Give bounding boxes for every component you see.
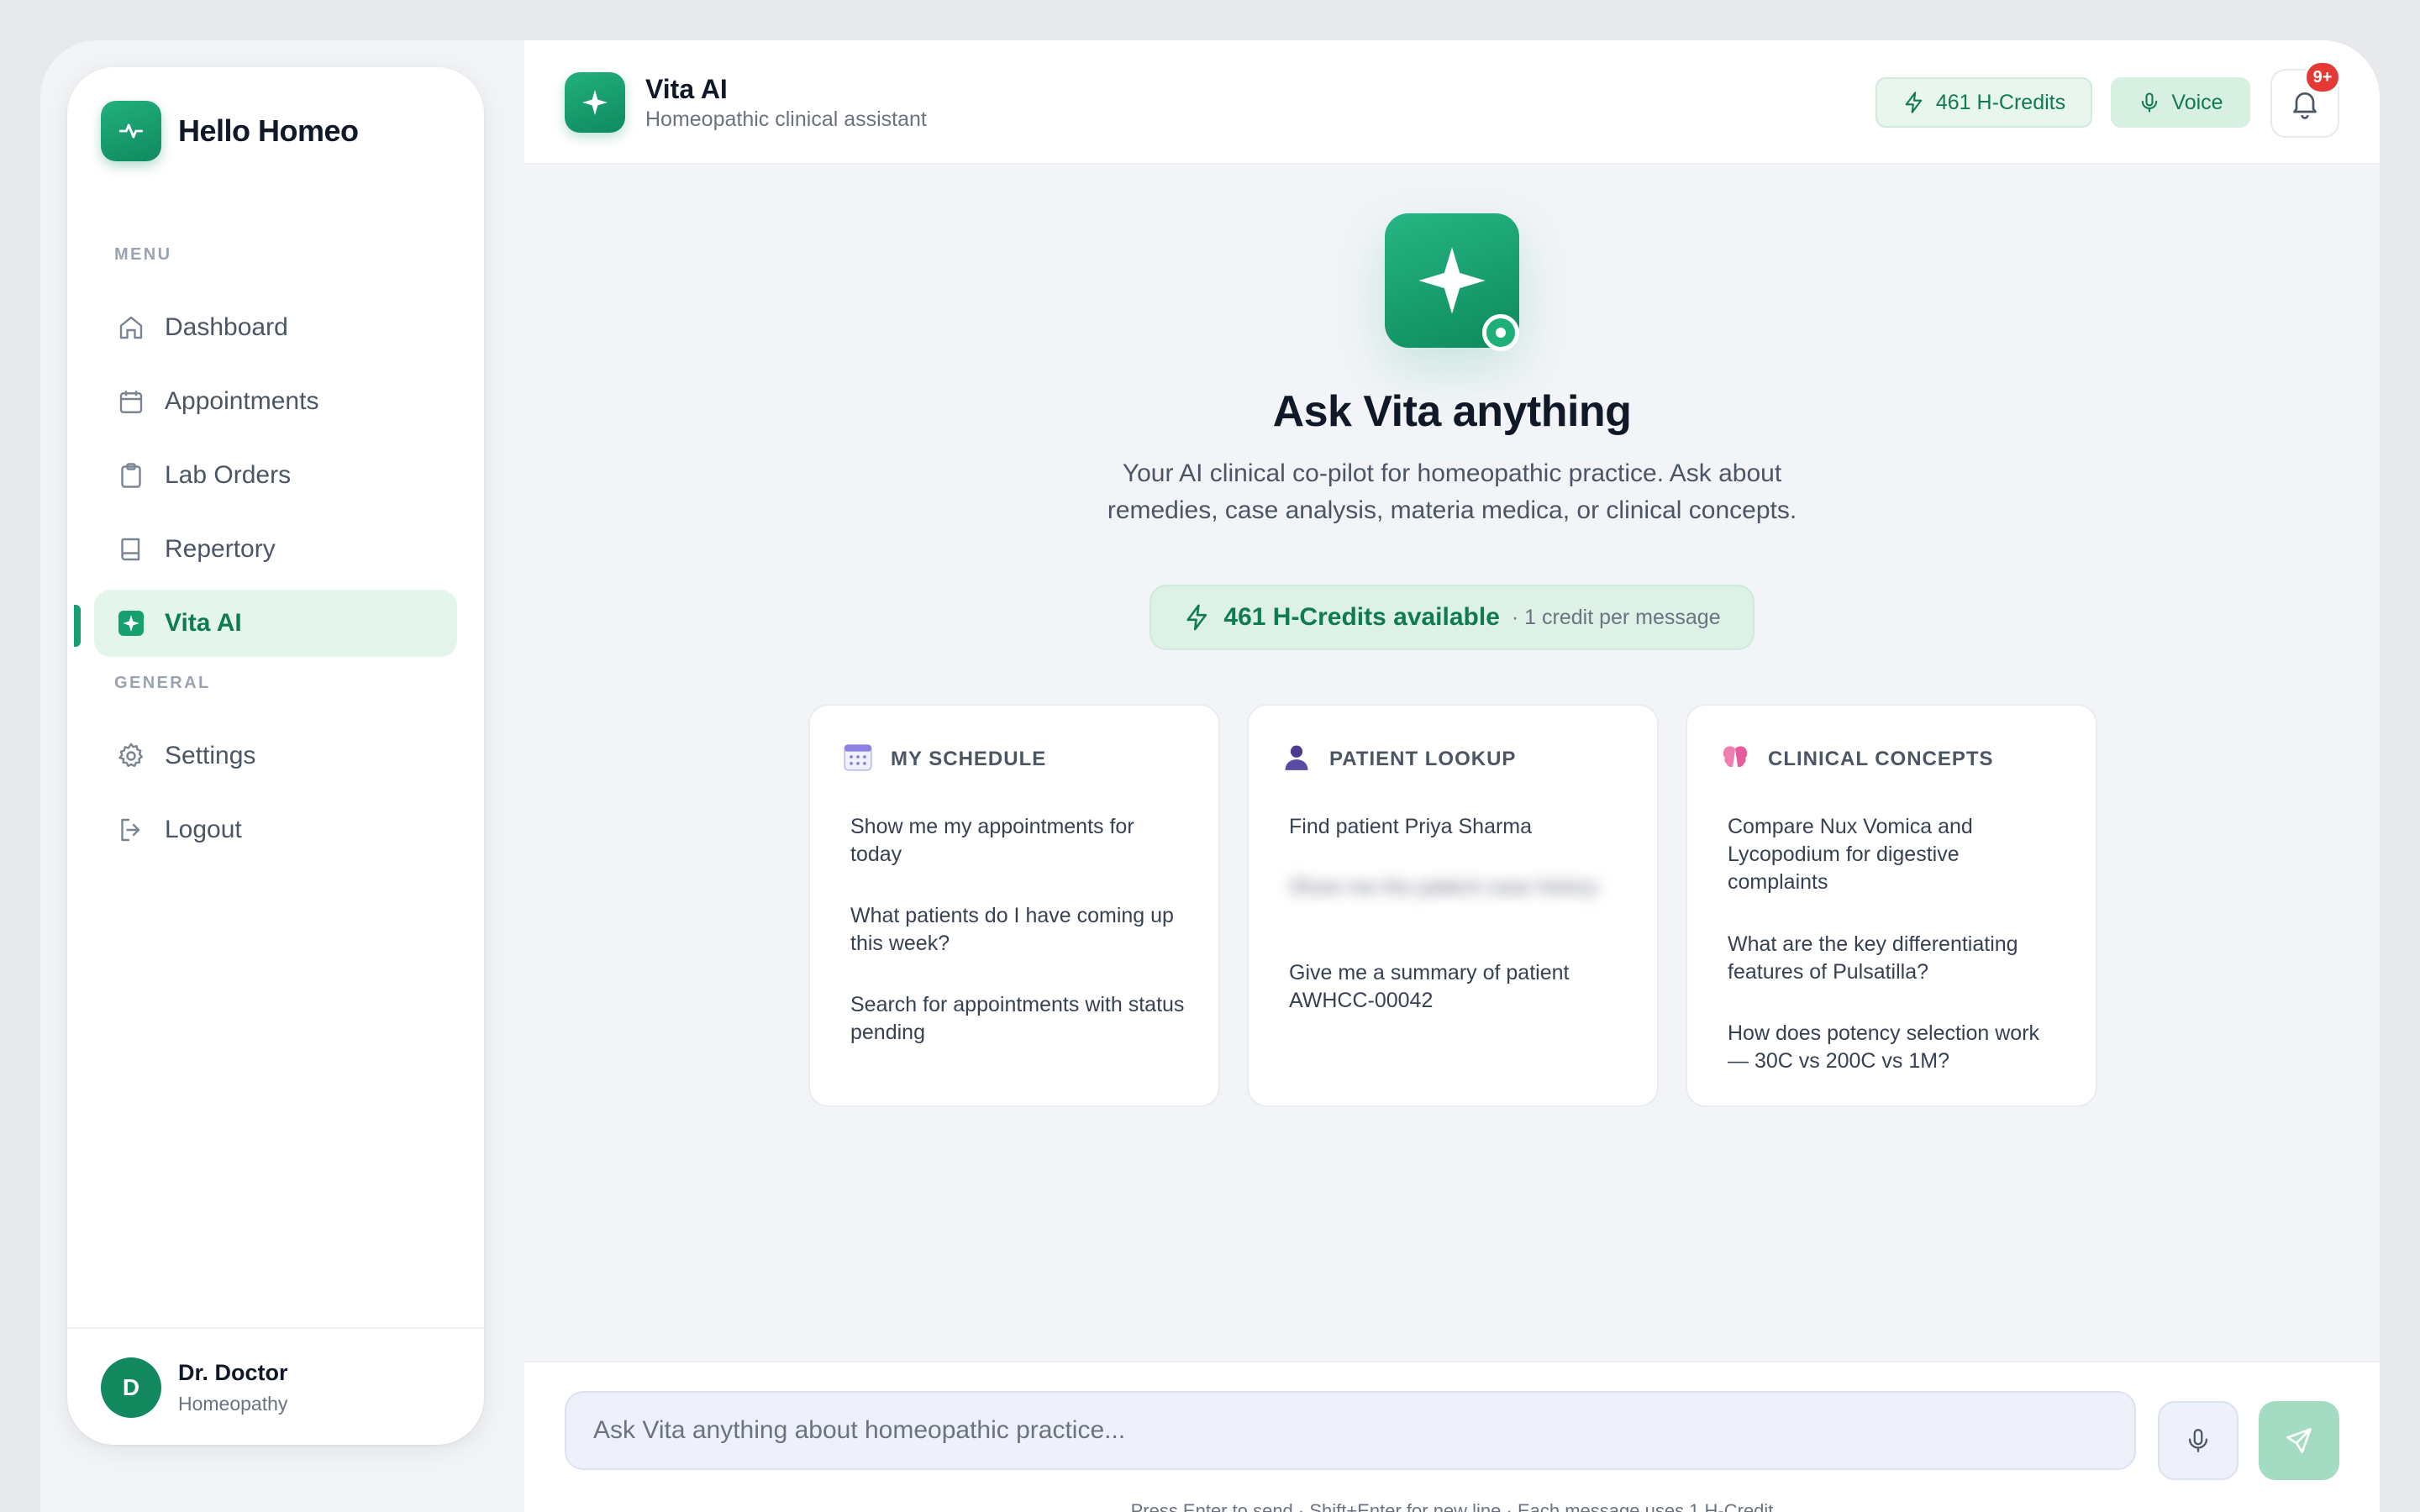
card-title: PATIENT LOOKUP <box>1329 747 1517 770</box>
profile-name: Dr. Doctor <box>178 1360 288 1385</box>
hero-subtitle-line: remedies, case analysis, materia medica,… <box>1107 496 1797 524</box>
sidebar-item-appointments[interactable]: Appointments <box>94 368 457 435</box>
general-section-label: GENERAL <box>114 674 211 692</box>
gear-icon <box>114 739 148 773</box>
avatar: D <box>101 1357 161 1418</box>
suggestion-card-clinical-concepts: CLINICAL CONCEPTS Compare Nux Vomica and… <box>1686 704 2097 1107</box>
voice-button[interactable]: Voice <box>2111 77 2250 128</box>
hero-title: Ask Vita anything <box>1272 387 1632 436</box>
chat-input[interactable] <box>565 1391 2136 1470</box>
suggested-question[interactable]: Give me a summary of patient AWHCC-00042 <box>1289 959 1625 1015</box>
page-title: Vita AI <box>645 74 728 104</box>
brain-icon <box>1719 741 1751 777</box>
card-title: CLINICAL CONCEPTS <box>1768 747 1994 770</box>
sidebar-divider <box>67 1327 484 1329</box>
sidebar-item-label: Vita AI <box>165 609 242 637</box>
brand-name: Hello Homeo <box>178 113 359 148</box>
online-status-dot <box>1482 314 1519 351</box>
hero-subtitle-line: Your AI clinical co-pilot for homeopathi… <box>1122 459 1782 487</box>
sidebar-item-label: Settings <box>165 742 256 769</box>
sidebar-item-logout[interactable]: Logout <box>94 796 457 864</box>
person-icon <box>1281 741 1313 777</box>
voice-label: Voice <box>2171 90 2223 114</box>
activity-icon <box>101 101 161 161</box>
sidebar-item-label: Appointments <box>165 387 319 415</box>
credits-button[interactable]: 461 H-Credits <box>1876 77 2092 128</box>
app-shell: Hello Homeo MENU Dashboard Appointments … <box>40 40 2380 1512</box>
brand[interactable]: Hello Homeo <box>101 101 359 161</box>
sidebar-item-label: Repertory <box>165 535 276 563</box>
sidebar-item-label: Dashboard <box>165 313 288 341</box>
suggestion-card-patient-lookup: PATIENT LOOKUP Find patient Priya Sharma… <box>1247 704 1659 1107</box>
send-button[interactable] <box>2259 1401 2339 1480</box>
sidebar-item-vita-ai[interactable]: Vita AI <box>94 590 457 657</box>
suggested-question[interactable]: Show me my appointments for today <box>850 813 1186 869</box>
microphone-button[interactable] <box>2158 1401 2238 1480</box>
message-composer: Press Enter to send · Shift+Enter for ne… <box>524 1361 2380 1512</box>
suggested-question[interactable]: What are the key differentiating feature… <box>1728 931 2064 986</box>
calendar-emoji-icon <box>842 741 874 777</box>
notification-badge: 9+ <box>2304 60 2341 94</box>
top-header: Vita AI Homeopathic clinical assistant 4… <box>524 40 2380 165</box>
sparkle-icon <box>114 606 148 640</box>
sidebar-item-settings[interactable]: Settings <box>94 722 457 790</box>
menu-section-label: MENU <box>114 245 172 264</box>
logout-icon <box>114 813 148 847</box>
sidebar-item-label: Logout <box>165 816 242 843</box>
sidebar-item-lab-orders[interactable]: Lab Orders <box>94 442 457 509</box>
suggested-question[interactable]: What patients do I have coming up this w… <box>850 902 1186 958</box>
sidebar: Hello Homeo MENU Dashboard Appointments … <box>67 67 484 1445</box>
user-profile[interactable]: D Dr. Doctor Homeopathy <box>101 1357 288 1418</box>
send-icon <box>2286 1428 2312 1453</box>
active-indicator <box>74 605 81 647</box>
credits-label: 461 H-Credits <box>1935 90 2066 114</box>
home-icon <box>114 311 148 344</box>
suggested-question[interactable]: Find patient Priya Sharma <box>1289 813 1625 841</box>
lightning-icon <box>1186 604 1207 631</box>
suggestion-card-schedule: MY SCHEDULE Show me my appointments for … <box>808 704 1220 1107</box>
microphone-icon <box>2142 92 2158 113</box>
sparkle-icon <box>565 72 625 133</box>
sidebar-item-label: Lab Orders <box>165 461 292 489</box>
credits-banner: 461 H-Credits available · 1 credit per m… <box>1150 585 1754 650</box>
suggested-question[interactable]: Compare Nux Vomica and Lycopodium for di… <box>1728 813 2064 896</box>
lightning-icon <box>1905 92 1923 113</box>
credits-note: · 1 credit per message <box>1511 605 1721 629</box>
suggested-question[interactable]: How does potency selection work — 30C vs… <box>1728 1020 2064 1075</box>
sidebar-item-repertory[interactable]: Repertory <box>94 516 457 583</box>
suggested-question[interactable]: Search for appointments with status pend… <box>850 991 1186 1047</box>
credits-available: 461 H-Credits available <box>1223 603 1500 631</box>
hero-subtitle: Your AI clinical co-pilot for homeopathi… <box>1072 455 1832 529</box>
page-subtitle: Homeopathic clinical assistant <box>645 108 927 131</box>
card-title: MY SCHEDULE <box>891 747 1047 770</box>
calendar-icon <box>114 385 148 418</box>
microphone-icon <box>2188 1429 2208 1452</box>
suggested-question[interactable]: Show me the patient case history <box>1289 874 1625 901</box>
composer-hint: Press Enter to send · Shift+Enter for ne… <box>1130 1500 1774 1512</box>
sidebar-item-dashboard[interactable]: Dashboard <box>94 294 457 361</box>
profile-role: Homeopathy <box>178 1393 288 1415</box>
book-icon <box>114 533 148 566</box>
clipboard-icon <box>114 459 148 492</box>
